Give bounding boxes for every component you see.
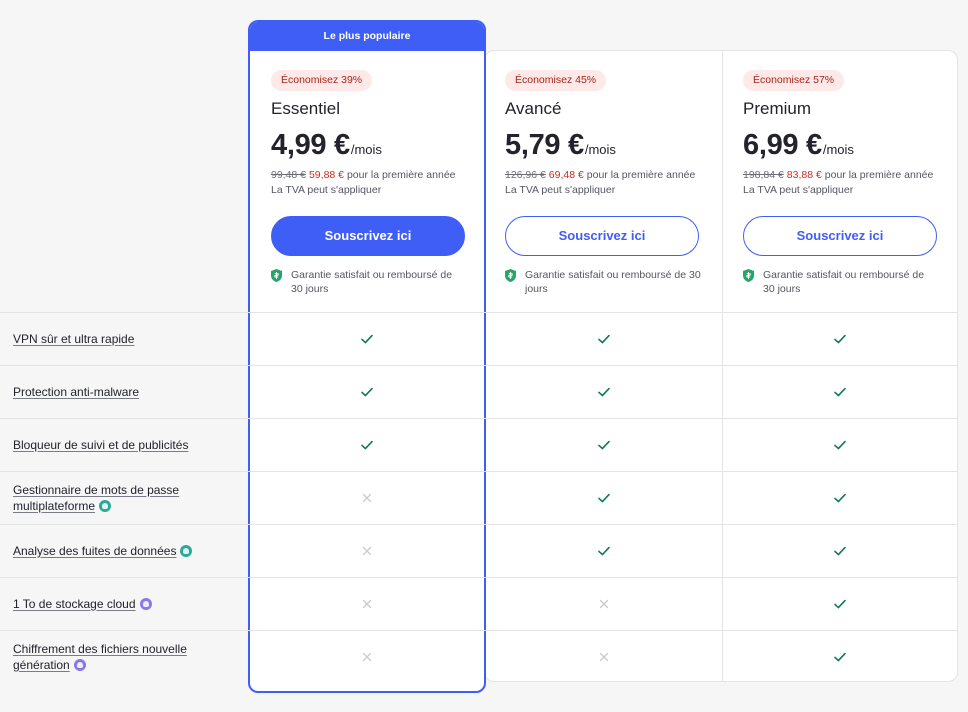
vat-note: La TVA peut s'appliquer <box>271 184 382 196</box>
feature-label: Protection anti-malware <box>13 365 243 418</box>
not-included-cross-icon <box>251 577 483 630</box>
feature-row: 1 To de stockage cloud <box>0 577 958 630</box>
file-encryption-icon <box>73 658 86 671</box>
not-included-cross-icon <box>485 630 722 683</box>
feature-label-wrap: VPN sûr et ultra rapide <box>13 331 134 347</box>
included-check-icon <box>485 418 722 471</box>
included-check-icon <box>251 418 483 471</box>
discounted-price: 59,88 € <box>308 169 345 181</box>
feature-label: Gestionnaire de mots de passe multiplate… <box>13 471 243 524</box>
feature-row: Gestionnaire de mots de passe multiplate… <box>0 471 958 524</box>
feature-label-wrap: Chiffrement des fichiers nouvelle généra… <box>13 641 243 673</box>
feature-label: Analyse des fuites de données <box>13 524 243 577</box>
guarantee-text: Garantie satisfait ou remboursé de 30 jo… <box>291 269 453 295</box>
guarantee-text: Garantie satisfait ou remboursé de 30 jo… <box>525 269 701 295</box>
price-row: 4,99 € /mois <box>271 129 463 162</box>
feature-label-wrap: Protection anti-malware <box>13 384 139 400</box>
monthly-price: 4,99 € <box>271 129 350 161</box>
feature-row: Analyse des fuites de données <box>0 524 958 577</box>
discount-badge: Économisez 45% <box>505 70 607 91</box>
discounted-price: 83,88 € <box>786 169 822 181</box>
yearly-price-line: 99,48 € 59,88 € pour la première année <box>271 169 463 181</box>
subscribe-button[interactable]: Souscrivez ici <box>505 216 699 256</box>
discount-badge: Économisez 57% <box>743 70 845 91</box>
included-check-icon <box>485 365 722 418</box>
yearly-price-line: 126,96 € 69,48 € pour la première année <box>505 169 702 181</box>
price-row: 5,79 € /mois <box>505 129 702 162</box>
plan-name: Essentiel <box>271 99 340 118</box>
feature-label: Bloqueur de suivi et de publicités <box>13 418 243 471</box>
password-manager-icon <box>99 499 112 512</box>
feature-label-wrap: Gestionnaire de mots de passe multiplate… <box>13 482 243 514</box>
monthly-price: 6,99 € <box>743 129 822 161</box>
popular-label: Le plus populaire <box>250 22 484 51</box>
plan-card-2: Économisez 57% Premium 6,99 € /mois 198,… <box>723 50 957 312</box>
price-period: /mois <box>350 142 382 157</box>
plan-name: Avancé <box>505 99 562 118</box>
data-leak-scanner-icon <box>180 544 193 557</box>
cloud-storage-icon <box>139 597 152 610</box>
money-back-guarantee: Garantie satisfait ou remboursé de 30 jo… <box>505 268 702 296</box>
period-text: pour la première année <box>824 169 934 181</box>
feature-name-link[interactable]: Analyse des fuites de données <box>13 544 176 558</box>
included-check-icon <box>723 577 957 630</box>
shield-icon <box>505 269 516 282</box>
discount-badge: Économisez 39% <box>271 70 373 91</box>
included-check-icon <box>723 471 957 524</box>
included-check-icon <box>251 312 483 365</box>
feature-name-link[interactable]: Gestionnaire de mots de passe multiplate… <box>13 483 179 513</box>
subscribe-button[interactable]: Souscrivez ici <box>743 216 937 256</box>
vat-note: La TVA peut s'appliquer <box>743 184 854 196</box>
money-back-guarantee: Garantie satisfait ou remboursé de 30 jo… <box>271 268 463 296</box>
original-price: 99,48 € <box>271 169 307 181</box>
money-back-guarantee: Garantie satisfait ou remboursé de 30 jo… <box>743 268 937 296</box>
feature-row: Bloqueur de suivi et de publicités <box>0 418 958 471</box>
included-check-icon <box>723 312 957 365</box>
shield-icon <box>743 269 754 282</box>
included-check-icon <box>723 630 957 683</box>
period-text: pour la première année <box>586 169 696 181</box>
not-included-cross-icon <box>251 524 483 577</box>
subscribe-button[interactable]: Souscrivez ici <box>271 216 465 256</box>
included-check-icon <box>485 471 722 524</box>
included-check-icon <box>723 365 957 418</box>
original-price: 126,96 € <box>505 169 546 181</box>
monthly-price: 5,79 € <box>505 129 584 161</box>
plan-card-0: Économisez 39% Essentiel 4,99 € /mois 99… <box>251 50 483 312</box>
plan-card-1: Économisez 45% Avancé 5,79 € /mois 126,9… <box>485 50 722 312</box>
price-period: /mois <box>584 142 616 157</box>
discounted-price: 69,48 € <box>548 169 584 181</box>
feature-name-link[interactable]: Protection anti-malware <box>13 385 139 399</box>
feature-name-link[interactable]: Chiffrement des fichiers nouvelle généra… <box>13 642 187 672</box>
feature-label-wrap: 1 To de stockage cloud <box>13 596 152 612</box>
feature-name-link[interactable]: Bloqueur de suivi et de publicités <box>13 438 188 452</box>
not-included-cross-icon <box>251 471 483 524</box>
feature-label: Chiffrement des fichiers nouvelle généra… <box>13 630 243 683</box>
plan-name: Premium <box>743 99 812 118</box>
included-check-icon <box>251 365 483 418</box>
feature-name-link[interactable]: 1 To de stockage cloud <box>13 597 136 611</box>
feature-row: VPN sûr et ultra rapide <box>0 312 958 365</box>
included-check-icon <box>723 418 957 471</box>
feature-label: 1 To de stockage cloud <box>13 577 243 630</box>
price-period: /mois <box>822 142 854 157</box>
not-included-cross-icon <box>251 630 483 683</box>
feature-row: Chiffrement des fichiers nouvelle généra… <box>0 630 958 683</box>
price-row: 6,99 € /mois <box>743 129 937 162</box>
original-price: 198,84 € <box>743 169 784 181</box>
feature-label-wrap: Bloqueur de suivi et de publicités <box>13 437 188 453</box>
feature-name-link[interactable]: VPN sûr et ultra rapide <box>13 332 134 346</box>
feature-row: Protection anti-malware <box>0 365 958 418</box>
guarantee-text: Garantie satisfait ou remboursé de 30 jo… <box>763 269 925 295</box>
yearly-price-line: 198,84 € 83,88 € pour la première année <box>743 169 937 181</box>
vat-note: La TVA peut s'appliquer <box>505 184 616 196</box>
included-check-icon <box>723 524 957 577</box>
included-check-icon <box>485 524 722 577</box>
included-check-icon <box>485 312 722 365</box>
feature-label: VPN sûr et ultra rapide <box>13 312 243 365</box>
shield-icon <box>271 269 282 282</box>
period-text: pour la première année <box>346 169 456 181</box>
feature-label-wrap: Analyse des fuites de données <box>13 543 193 559</box>
not-included-cross-icon <box>485 577 722 630</box>
